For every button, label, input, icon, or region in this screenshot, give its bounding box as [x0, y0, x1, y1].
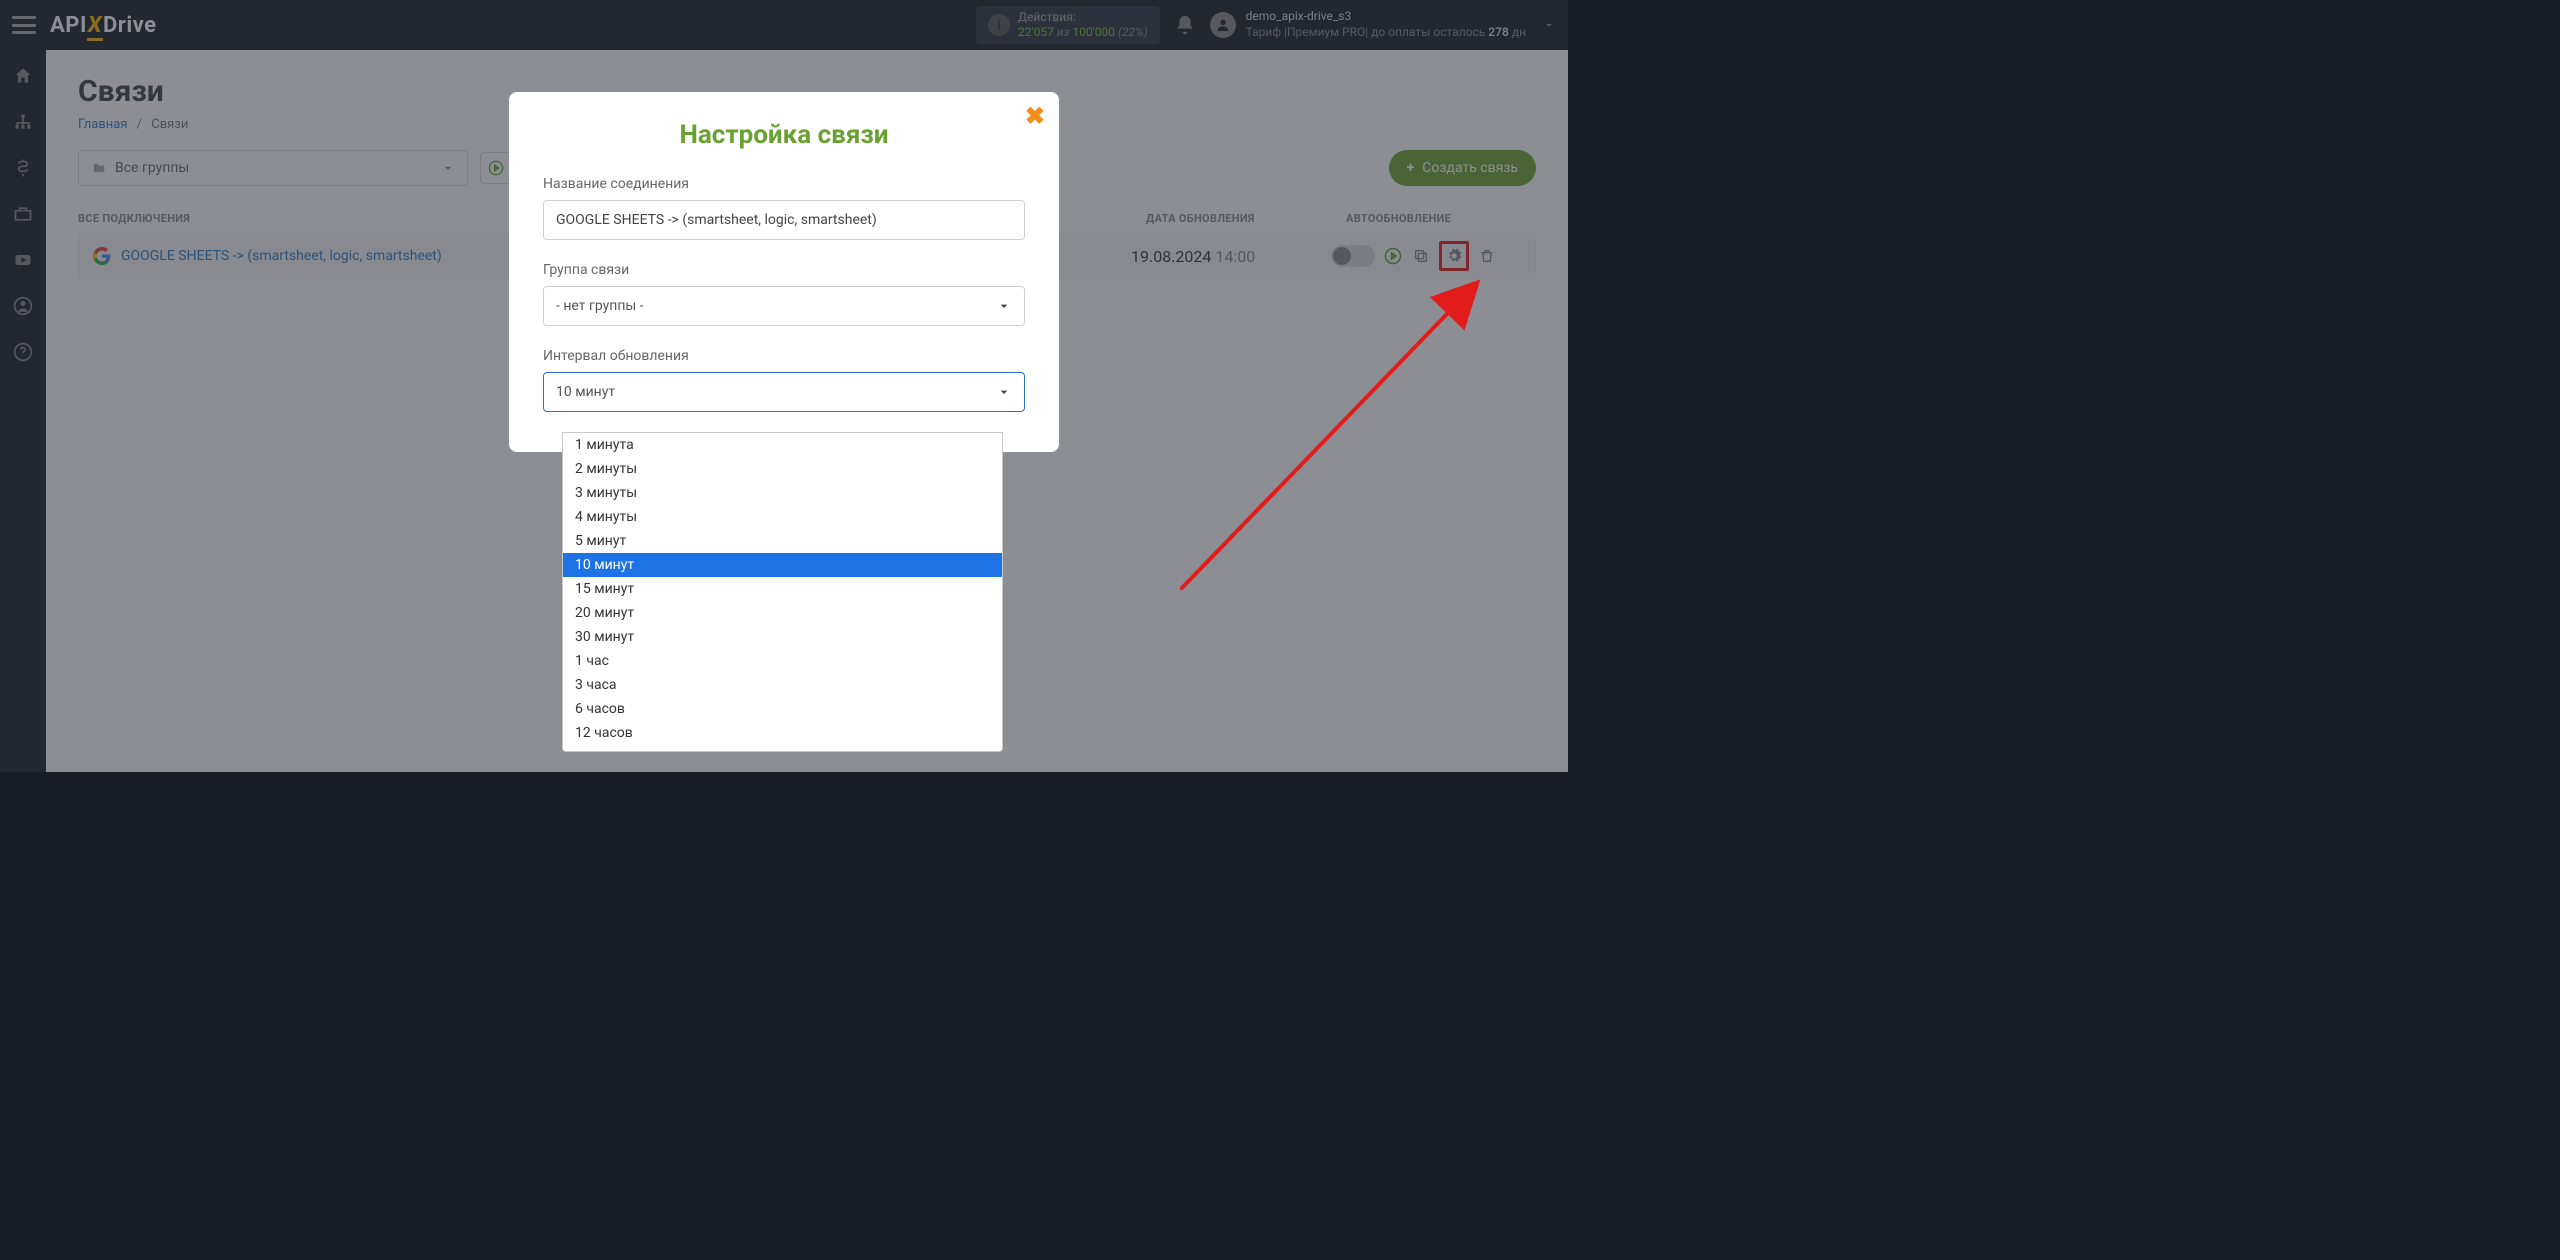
interval-dropdown-list: 1 минута2 минуты3 минуты4 минуты5 минут1… [562, 432, 1003, 752]
interval-option[interactable]: 6 часов [563, 697, 1002, 721]
interval-option[interactable]: 12 часов [563, 721, 1002, 745]
interval-label: Интервал обновления [543, 348, 1025, 364]
interval-option[interactable]: 30 минут [563, 625, 1002, 649]
interval-option[interactable]: 1 час [563, 649, 1002, 673]
group-select[interactable]: - нет группы - [543, 286, 1025, 326]
group-label: Группа связи [543, 262, 1025, 278]
interval-option[interactable]: 2 минуты [563, 457, 1002, 481]
modal-title: Настройка связи [543, 120, 1025, 150]
chevron-down-icon [996, 384, 1012, 400]
interval-option[interactable]: 20 минут [563, 601, 1002, 625]
interval-option[interactable]: 3 часа [563, 673, 1002, 697]
interval-option[interactable]: 3 минуты [563, 481, 1002, 505]
interval-option[interactable]: 5 минут [563, 529, 1002, 553]
interval-option[interactable]: 10 минут [563, 553, 1002, 577]
chevron-down-icon [996, 298, 1012, 314]
modal-close-button[interactable]: ✖ [1025, 102, 1045, 130]
interval-option[interactable]: 1 день [563, 745, 1002, 752]
connection-name-input[interactable] [543, 200, 1025, 240]
name-label: Название соединения [543, 176, 1025, 192]
interval-option[interactable]: 4 минуты [563, 505, 1002, 529]
interval-option[interactable]: 1 минута [563, 433, 1002, 457]
connection-settings-modal: ✖ Настройка связи Название соединения Гр… [509, 92, 1059, 452]
interval-option[interactable]: 15 минут [563, 577, 1002, 601]
interval-select[interactable]: 10 минут [543, 372, 1025, 412]
